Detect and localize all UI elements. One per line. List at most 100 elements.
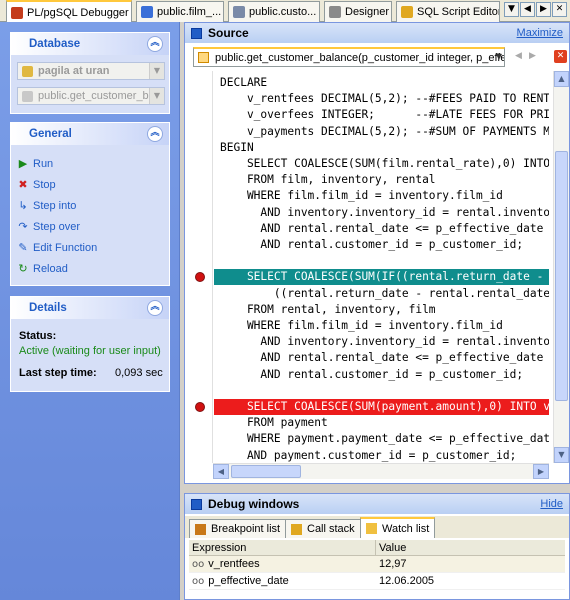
tab-list-button[interactable]: ▼ [504, 2, 519, 17]
step-over-action[interactable]: ↷ Step over [17, 218, 80, 235]
stop-action[interactable]: ✖ Stop [17, 176, 55, 193]
code-line[interactable]: AND rental.rental_date <= p_effective_da… [214, 221, 549, 237]
database-group-header[interactable]: Database ︽ [11, 33, 169, 55]
scroll-thumb[interactable] [231, 465, 301, 478]
code-line[interactable]: FROM payment [214, 415, 549, 431]
tab-designer[interactable]: Designer [324, 1, 392, 22]
column-header-expression[interactable]: Expression [189, 540, 376, 555]
code-line[interactable]: AND rental.rental_date <= p_effective_da… [214, 350, 549, 366]
left-sidebar: Database ︽ pagila at uran ▼ public.get_c… [0, 22, 180, 600]
chevron-down-icon[interactable]: ▼ [149, 63, 164, 79]
scroll-left-icon[interactable]: ◀ [213, 464, 229, 479]
source-file-tab[interactable]: public.get_customer_balance(p_customer_i… [193, 47, 505, 67]
code-line[interactable]: FROM film, inventory, rental [214, 172, 549, 188]
group-title: Details [29, 302, 67, 314]
watch-glasses-icon: oo [192, 558, 205, 570]
group-title: General [29, 128, 72, 140]
collapse-icon[interactable]: ︽ [147, 126, 163, 142]
scroll-thumb[interactable] [555, 151, 568, 401]
panel-title: Source [208, 26, 249, 40]
code-line[interactable]: BEGIN [214, 140, 549, 156]
breakpoint-gutter[interactable] [185, 71, 213, 463]
last-step-value: 0,093 sec [115, 367, 163, 379]
tab-next-button[interactable]: ▶ [536, 2, 551, 17]
debug-tab-strip: Breakpoint list Call stack Watch list [185, 516, 569, 538]
maximize-link[interactable]: Maximize [517, 27, 563, 39]
code-editor[interactable]: DECLARE v_rentfees DECIMAL(5,2); --#FEES… [214, 71, 549, 463]
tab-function-film[interactable]: public.film_... [136, 1, 224, 22]
database-group: Database ︽ pagila at uran ▼ public.get_c… [10, 32, 170, 114]
code-line[interactable]: WHERE payment.payment_date <= p_effectiv… [214, 431, 549, 447]
file-tab-label: public.get_customer_balance(p_customer_i… [215, 51, 504, 64]
general-group-header[interactable]: General ︽ [11, 123, 169, 145]
code-line[interactable]: DECLARE [214, 75, 549, 91]
code-line[interactable]: v_overfees INTEGER; --#LATE FEES FOR PRI… [214, 107, 549, 123]
tab-prev-button[interactable]: ◀ [520, 2, 535, 17]
code-line[interactable] [214, 383, 549, 399]
panel-splitter[interactable] [184, 486, 570, 492]
breakpoint-icon[interactable] [195, 402, 205, 412]
tab-label: SQL Script Editor [417, 6, 500, 18]
panel-icon [191, 27, 202, 39]
next-file-icon[interactable]: ▶ [529, 51, 536, 61]
table-row[interactable]: oo p_effective_date 12.06.2005 [189, 573, 565, 590]
edit-function-icon: ✎ [18, 240, 28, 254]
run-action[interactable]: ▶ Run [17, 155, 53, 172]
table-row[interactable]: oo v_rentfees 12,97 [189, 556, 565, 573]
scroll-down-icon[interactable]: ▼ [554, 447, 569, 463]
reload-action[interactable]: ↻ Reload [17, 260, 67, 277]
tab-close-button[interactable]: ✕ [552, 2, 567, 17]
status-label: Status: [19, 330, 57, 342]
code-line[interactable]: WHERE film.film_id = inventory.film_id [214, 188, 549, 204]
designer-icon [329, 6, 341, 18]
source-panel: Source Maximize public.get_customer_bala… [184, 22, 570, 484]
code-line[interactable]: ((rental.return_date - rental.rental_dat… [214, 286, 549, 302]
reload-icon: ↻ [18, 261, 28, 275]
general-group: General ︽ ▶ Run ✖ Stop ↳ Step into ↷ Ste… [10, 122, 170, 286]
collapse-icon[interactable]: ︽ [147, 36, 163, 52]
tab-call-stack[interactable]: Call stack [285, 519, 361, 538]
connection-select[interactable]: pagila at uran ▼ [17, 62, 165, 80]
close-icon[interactable]: ✕ [554, 50, 567, 63]
function-select[interactable]: public.get_customer_bal ▼ [17, 87, 165, 105]
code-line[interactable]: WHERE film.film_id = inventory.film_id [214, 318, 549, 334]
current-line[interactable]: SELECT COALESCE(SUM(payment.amount),0) I… [214, 399, 549, 415]
edit-function-action[interactable]: ✎ Edit Function [17, 239, 97, 256]
current-line[interactable]: SELECT COALESCE(SUM(IF((rental.return_da… [214, 269, 549, 286]
chevron-down-icon[interactable]: ▼ [496, 52, 502, 61]
code-line[interactable]: AND rental.customer_id = p_customer_id; [214, 237, 549, 253]
step-into-action[interactable]: ↳ Step into [17, 197, 76, 214]
code-line[interactable]: v_payments DECIMAL(5,2); --#SUM OF PAYME… [214, 124, 549, 140]
code-line[interactable]: AND rental.customer_id = p_customer_id; [214, 367, 549, 383]
debug-header: Debug windows Hide [185, 494, 569, 514]
details-group-header[interactable]: Details ︽ [11, 297, 169, 319]
collapse-icon[interactable]: ︽ [147, 300, 163, 316]
tab-watch-list[interactable]: Watch list [360, 517, 436, 538]
tab-sql-script-editor[interactable]: SQL Script Editor [396, 1, 500, 22]
chevron-down-icon[interactable]: ▼ [149, 88, 164, 104]
status-value: Active (waiting for user input) [19, 345, 161, 357]
horizontal-scrollbar[interactable]: ◀ ▶ [213, 463, 549, 479]
vertical-scrollbar[interactable]: ▲ ▼ [553, 71, 569, 463]
document-tab-strip: PL/pgSQL Debugger public.film_... public… [0, 0, 570, 23]
tab-table-customer[interactable]: public.custo... [228, 1, 320, 22]
stop-icon: ✖ [18, 177, 28, 191]
tab-breakpoint-list[interactable]: Breakpoint list [189, 519, 287, 538]
code-line[interactable]: FROM rental, inventory, film [214, 302, 549, 318]
hide-link[interactable]: Hide [540, 498, 563, 510]
prev-file-icon[interactable]: ◀ [515, 51, 522, 61]
code-line[interactable]: AND inventory.inventory_id = rental.inve… [214, 334, 549, 350]
step-over-icon: ↷ [18, 219, 28, 233]
panel-title: Debug windows [208, 497, 300, 511]
breakpoint-icon[interactable] [195, 272, 205, 283]
tab-plpgsql-debugger[interactable]: PL/pgSQL Debugger [6, 0, 132, 23]
column-header-value[interactable]: Value [376, 540, 565, 555]
scroll-up-icon[interactable]: ▲ [554, 71, 569, 87]
code-line[interactable]: AND payment.customer_id = p_customer_id; [214, 448, 549, 463]
code-line[interactable]: SELECT COALESCE(SUM(film.rental_rate),0)… [214, 156, 549, 172]
code-line[interactable]: v_rentfees DECIMAL(5,2); --#FEES PAID TO… [214, 91, 549, 107]
code-line[interactable] [214, 253, 549, 269]
code-line[interactable]: AND inventory.inventory_id = rental.inve… [214, 205, 549, 221]
scroll-right-icon[interactable]: ▶ [533, 464, 549, 479]
function-file-icon [198, 52, 209, 63]
